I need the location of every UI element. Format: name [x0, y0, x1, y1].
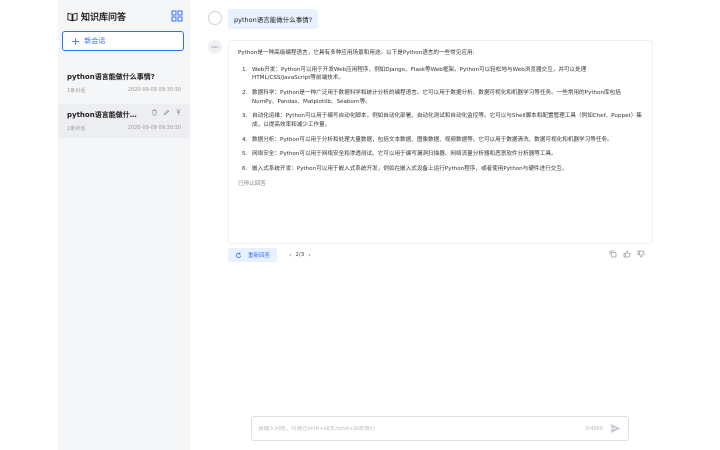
list-text: Web开发：Python可以用于开发Web应用程序，例如Django、Flask…	[252, 66, 587, 82]
conversation-item[interactable]: python语言能做什么事情? 1条对话 2020-09-09 09:30:30	[58, 66, 190, 94]
message-input-box: 0/4000	[251, 416, 629, 441]
list-number: 1.	[242, 66, 248, 73]
list-text: 数据分析：Python可以用于分析和处理大量数据，包括文本数据、图像数据、视频数…	[252, 136, 613, 143]
regenerate-button[interactable]: 重新回答	[228, 248, 278, 262]
thumbs-up-icon[interactable]	[623, 250, 631, 258]
answer-card: Python是一种高级编程语言，它具有多种应用场景和用途。以下是Python语言…	[228, 40, 653, 244]
sidebar: 知识库问答 + 新会话 python语言能做什么事情? 1条对话 2020-09…	[58, 0, 190, 450]
answer-pager: ‹ 2/3 ›	[289, 248, 311, 262]
list-text: 自动化运维：Python可以用于编写自动化脚本，例如自动化部署、自动化测试和自动…	[252, 113, 642, 128]
conversation-time: 2020-09-09 09:30:30	[127, 125, 181, 131]
answer-list-item: 4. 数据分析：Python可以用于分析和处理大量数据，包括文本数据、图像数据、视…	[238, 136, 643, 145]
new-chat-label: 新会话	[84, 37, 106, 45]
prev-answer-button[interactable]: ‹	[289, 252, 291, 259]
assistant-avatar: icon	[208, 40, 222, 54]
conversation-count: 1条对话	[67, 126, 86, 132]
conversation-item-active[interactable]: python语言能做什么事情? 1条对话 2020-09-09 09:30:30	[58, 104, 190, 138]
next-answer-button[interactable]: ›	[308, 252, 310, 259]
answer-list-item: 5. 网络安全：Python可以用于网络安全和渗透测试。它可以用于编写漏洞扫描器、…	[238, 150, 643, 159]
pager-indicator: 2/3	[295, 252, 305, 258]
app-title: 知识库问答	[81, 12, 127, 23]
question-bubble: python语言能做什么事情?	[228, 9, 319, 29]
conversation-time: 2020-09-09 09:30:30	[127, 87, 181, 93]
layout-grid-icon[interactable]	[171, 10, 183, 22]
conversation-count: 1条对话	[67, 88, 86, 94]
answer-list: 1. Web开发：Python可以用于开发Web应用程序，例如Django、Fla…	[238, 66, 643, 174]
answer-list-item: 2. 数据科学：Python是一种广泛用于数据科学和统计分析的编程语言。它可以用于…	[238, 89, 643, 106]
new-chat-button[interactable]: + 新会话	[62, 31, 184, 51]
conversation-title: python语言能做什么事情?	[67, 111, 137, 119]
list-number: 6.	[242, 165, 248, 172]
answer-list-item: 3. 自动化运维：Python可以用于编写自动化脚本，例如自动化部署、自动化测试和…	[238, 112, 643, 129]
edit-icon[interactable]	[163, 109, 170, 116]
list-number: 2.	[242, 89, 248, 96]
answer-list-item: 1. Web开发：Python可以用于开发Web应用程序，例如Django、Fla…	[238, 66, 643, 83]
feedback-actions	[609, 250, 645, 258]
plus-icon: +	[71, 34, 81, 48]
list-number: 5.	[242, 151, 248, 158]
list-text: 网络安全：Python可以用于网络安全和渗透测试。它可以用于编写漏洞扫描器、网络…	[252, 151, 557, 158]
pin-icon[interactable]	[175, 109, 182, 116]
book-icon	[67, 12, 78, 21]
conversation-title: python语言能做什么事情?	[67, 73, 155, 81]
list-number: 3.	[242, 113, 248, 120]
message-input[interactable]	[258, 425, 586, 432]
refresh-icon	[235, 252, 242, 258]
copy-icon[interactable]	[609, 250, 617, 258]
list-text: 嵌入式系统开发：Python可以用于嵌入式系统开发，例如在嵌入式设备上运行Pyt…	[252, 165, 568, 172]
regenerate-label: 重新回答	[248, 253, 271, 259]
delete-icon[interactable]	[151, 109, 158, 116]
list-number: 4.	[242, 136, 248, 143]
answer-list-item: 6. 嵌入式系统开发：Python可以用于嵌入式系统开发，例如在嵌入式设备上运行P…	[238, 165, 643, 174]
answer-intro: Python是一种高级编程语言，它具有多种应用场景和用途。以下是Python语言…	[238, 50, 475, 56]
list-text: 数据科学：Python是一种广泛用于数据科学和统计分析的编程语言。它可以用于数据…	[252, 89, 621, 105]
stopped-notice: 已停止回答	[238, 180, 266, 187]
user-avatar	[208, 11, 222, 25]
send-icon[interactable]	[609, 422, 622, 435]
char-counter: 0/4000	[585, 425, 603, 432]
thumbs-down-icon[interactable]	[637, 250, 645, 258]
sidebar-header: 知识库问答	[67, 9, 183, 23]
